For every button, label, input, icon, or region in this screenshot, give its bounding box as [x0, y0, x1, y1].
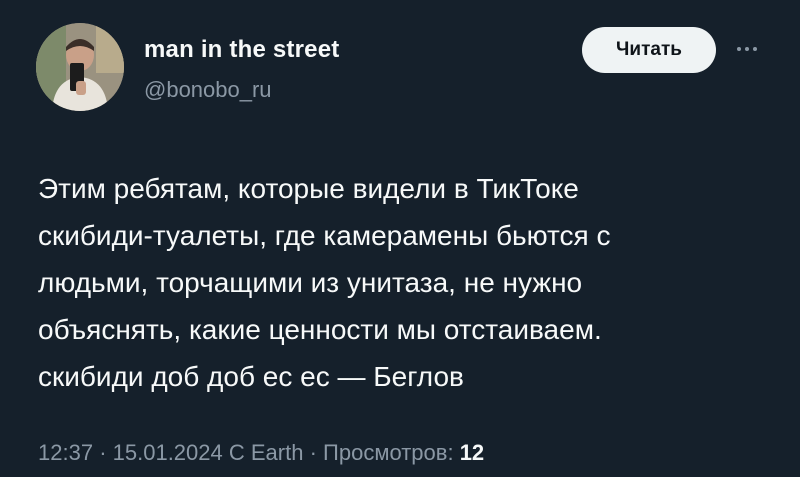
views-count: 12 [459, 440, 485, 465]
more-dot [737, 47, 741, 51]
meta-separator: · [99, 440, 107, 465]
avatar-photo [36, 23, 124, 111]
tweet-meta: 12:37 · 15.01.2024 C Earth · Просмотров:… [38, 440, 484, 466]
tweet-text: Этим ребятам, которые видели в ТикТоке с… [38, 165, 778, 400]
avatar[interactable] [36, 23, 124, 111]
tweet-text-line: объяснять, какие ценности мы отстаиваем. [38, 314, 602, 345]
tweet-text-line: скибиди-туалеты, где камерамены бьются с [38, 220, 611, 251]
views-label: Просмотров: [323, 440, 454, 465]
tweet-text-line: Этим ребятам, которые видели в ТикТоке [38, 173, 579, 204]
tweet-date[interactable]: 15.01.2024 [113, 440, 223, 465]
tweet-text-line: людьми, торчащими из унитаза, не нужно [38, 267, 583, 298]
tweet-time[interactable]: 12:37 [38, 440, 93, 465]
author-handle[interactable]: @bonobo_ru [144, 77, 272, 103]
more-dot [745, 47, 749, 51]
tweet-source: C Earth [228, 440, 304, 465]
tweet-card: man in the street @bonobo_ru Читать Этим… [0, 0, 800, 477]
follow-button[interactable]: Читать [582, 27, 716, 73]
more-dot [753, 47, 757, 51]
author-name[interactable]: man in the street [144, 36, 339, 64]
tweet-text-line: скибиди доб доб ес ес — Беглов [38, 361, 464, 392]
meta-separator: · [309, 440, 317, 465]
more-icon[interactable] [730, 32, 764, 66]
